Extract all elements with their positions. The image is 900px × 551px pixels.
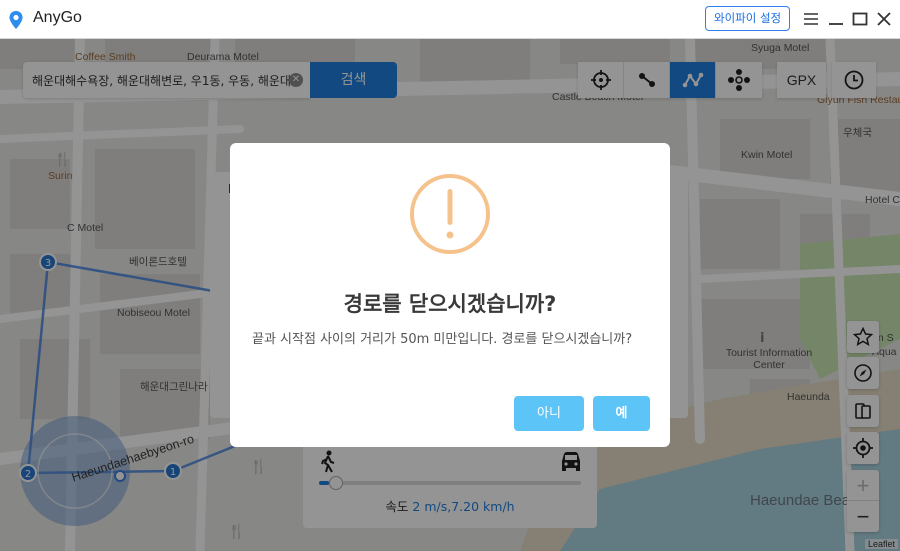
close-route-dialog: 경로를 닫으시겠습니까? 끝과 시작점 사이의 거리가 50m 미만입니다. 경…: [230, 143, 670, 447]
dialog-message: 끝과 시작점 사이의 거리가 50m 미만입니다. 경로를 닫으시겠습니까?: [252, 332, 633, 347]
close-icon[interactable]: [874, 9, 894, 29]
wifi-settings-button[interactable]: 와이파이 설정: [705, 6, 791, 31]
minimize-icon[interactable]: [826, 9, 846, 29]
app-logo-icon: [9, 11, 23, 29]
warning-icon: [410, 174, 490, 254]
menu-icon[interactable]: [801, 9, 821, 29]
title-bar: AnyGo 와이파이 설정: [0, 0, 900, 39]
maximize-icon[interactable]: [850, 9, 870, 29]
app-name: AnyGo: [33, 9, 82, 26]
yes-button[interactable]: 예: [593, 396, 650, 431]
dialog-title: 경로를 닫으시겠습니까?: [343, 292, 557, 316]
no-button[interactable]: 아니: [514, 396, 584, 431]
